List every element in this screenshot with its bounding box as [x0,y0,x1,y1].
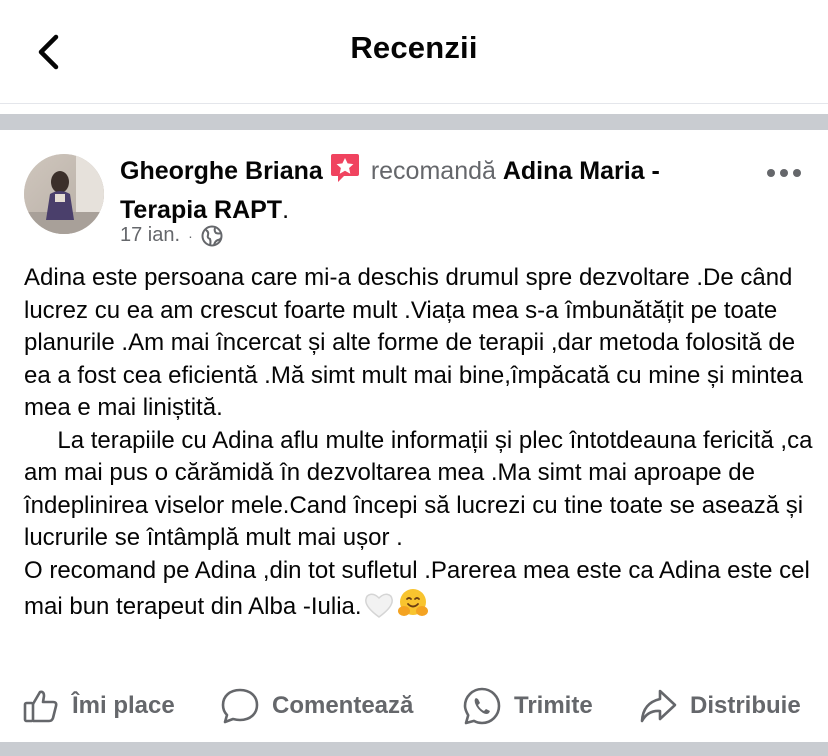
more-options-icon [767,169,801,177]
post-header: Gheorghe Briana recomandă Adina Maria - … [120,152,740,227]
post-paragraph: Adina este persoana care mi-a deschis dr… [24,264,810,421]
share-button[interactable]: Distribuie [638,682,801,730]
send-label: Trimite [514,692,593,719]
review-post: Gheorghe Briana recomandă Adina Maria - … [0,130,828,742]
avatar[interactable] [24,154,104,234]
send-button[interactable]: Trimite [462,682,593,730]
star-badge-icon [329,152,361,193]
action-bar: Îmi place Comentează Trimite Distribuie [0,682,828,734]
share-arrow-icon [640,689,677,723]
hugging-face-emoji [396,587,430,629]
section-divider [0,114,828,130]
meta-separator: · [188,227,193,244]
globe-icon [201,225,223,246]
author-name[interactable]: Gheorghe Briana [120,157,323,185]
post-paragraph: La terapiile cu Adina aflu multe informa… [24,426,820,552]
post-text: Adina este persoana care mi-a deschis dr… [24,262,824,629]
header-bar: Recenzii [0,0,828,104]
bottom-divider [0,742,828,756]
recommends-label: recomandă [370,157,496,185]
thumbs-up-icon [23,690,58,723]
share-label: Distribuie [690,692,801,719]
header-period: . [282,196,290,224]
comment-button[interactable]: Comentează [220,682,413,730]
page-title: Recenzii [350,30,478,65]
more-options-button[interactable] [764,158,804,188]
post-date[interactable]: 17 ian. [120,224,180,247]
post-paragraph-last: O recomand pe Adina ,din tot sufletul .P… [24,555,824,629]
comment-label: Comentează [272,692,414,719]
like-button[interactable]: Îmi place [22,682,175,730]
comment-icon [221,688,259,724]
like-label: Îmi place [72,692,175,719]
white-heart-emoji [364,591,394,629]
post-meta: 17 ian. · [120,224,223,247]
whatsapp-icon [463,687,501,725]
avatar-photo [24,154,104,234]
